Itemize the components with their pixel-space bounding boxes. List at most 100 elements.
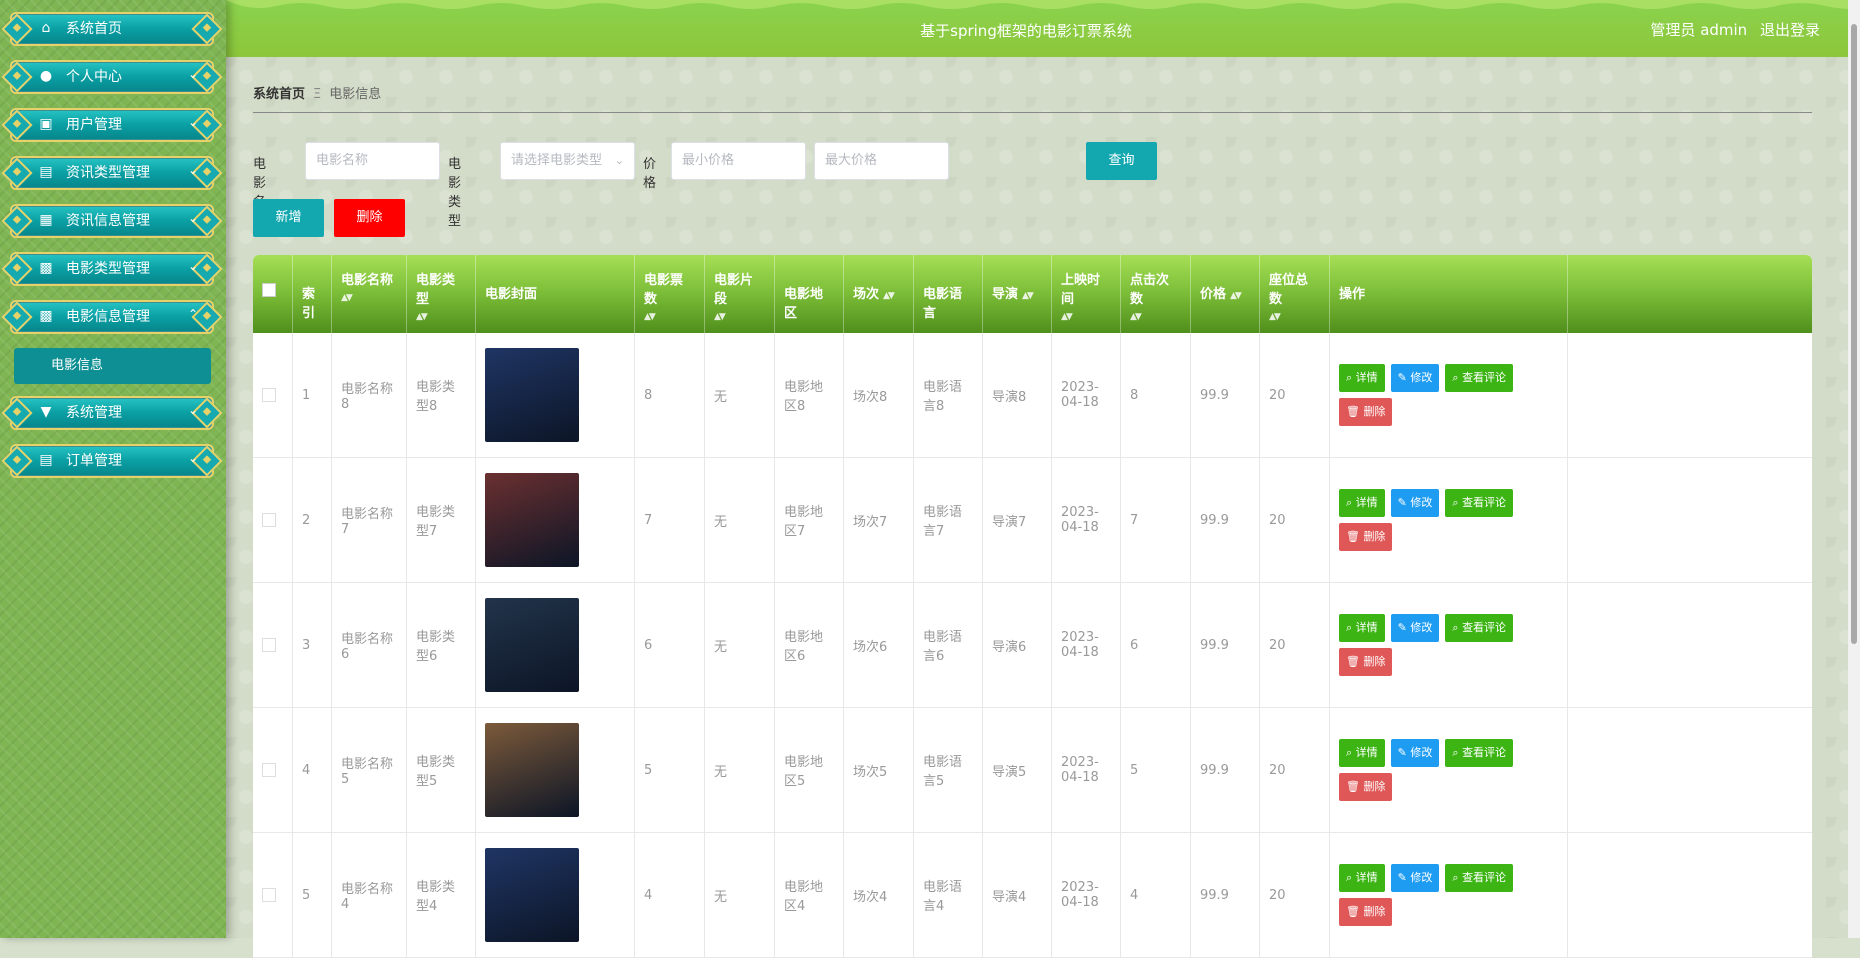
view-comments-button[interactable]: ⌕ 查看评论 [1445, 739, 1514, 767]
query-button[interactable]: 查询 [1086, 142, 1157, 180]
column-header[interactable]: 上映时间 ▲▼ [1052, 255, 1121, 333]
delete-row-button[interactable]: 🗑 删除 [1339, 648, 1393, 676]
sidebar-item[interactable]: ▤ 资讯类型管理 ⌄ [1, 154, 223, 192]
edit-label: 修改 [1410, 871, 1433, 884]
row-checkbox[interactable] [262, 763, 276, 777]
cell-session: 场次5 [844, 708, 914, 832]
detail-button[interactable]: ⌕ 详情 [1339, 489, 1385, 517]
delete-label: 删除 [1363, 530, 1386, 543]
view-comments-button[interactable]: ⌕ 查看评论 [1445, 489, 1514, 517]
delete-row-button[interactable]: 🗑 删除 [1339, 898, 1393, 926]
delete-row-button[interactable]: 🗑 删除 [1339, 398, 1393, 426]
cell-clip: 无 [705, 333, 775, 457]
comments-label: 查看评论 [1462, 746, 1507, 759]
edit-button[interactable]: ✎ 修改 [1390, 864, 1440, 892]
batch-delete-button[interactable]: 删除 [334, 199, 405, 237]
logout-link[interactable]: 退出登录 [1760, 21, 1820, 39]
sort-icon[interactable]: ▲▼ [883, 291, 895, 301]
movie-name-input[interactable]: 电影名称 [305, 142, 440, 180]
cell-language: 电影语言6 [914, 583, 983, 707]
view-comments-button[interactable]: ⌕ 查看评论 [1445, 614, 1514, 642]
table-body: 1 电影名称8 电影类型8 8 无电影地区8 场次8 电影语言8 导演8 2023-04-18 8… [253, 333, 1812, 958]
edit-button[interactable]: ✎ 修改 [1390, 489, 1440, 517]
sidebar-subitem-movie-info[interactable]: 电影信息 [14, 348, 211, 384]
column-header[interactable]: 点击次数 ▲▼ [1121, 255, 1191, 333]
sidebar-item[interactable]: ⌂ 系统首页 [1, 10, 223, 48]
trash-icon: 🗑 [1346, 530, 1364, 543]
cell-price: 99.9 [1191, 708, 1260, 832]
sidebar-item[interactable]: ▤ 订单管理 ⌄ [1, 442, 223, 480]
breadcrumb-home[interactable]: 系统首页 [253, 87, 305, 102]
sort-icon[interactable]: ▲▼ [1130, 313, 1181, 322]
sort-icon[interactable]: ▲▼ [416, 313, 466, 322]
table-row: 2 电影名称7 电影类型7 7 无电影地区7 场次7 电影语言7 导演7 2023-04-18 7… [253, 458, 1812, 583]
sort-icon[interactable]: ▲▼ [714, 313, 765, 322]
sort-icon[interactable]: ▲▼ [644, 313, 695, 322]
detail-button[interactable]: ⌕ 详情 [1339, 864, 1385, 892]
detail-label: 详情 [1355, 746, 1378, 759]
add-button[interactable]: 新增 [253, 199, 324, 237]
column-header[interactable]: 电影片段 ▲▼ [705, 255, 775, 333]
cell-name: 电影名称8 [332, 333, 407, 457]
sort-icon[interactable]: ▲▼ [341, 294, 397, 303]
column-header[interactable]: 电影类型 ▲▼ [407, 255, 476, 333]
detail-button[interactable]: ⌕ 详情 [1339, 614, 1385, 642]
cell-type: 电影类型4 [407, 833, 476, 957]
order-icon: ▤ [39, 452, 53, 468]
comments-label: 查看评论 [1462, 496, 1507, 509]
view-comments-button[interactable]: ⌕ 查看评论 [1445, 864, 1514, 892]
cell-director: 导演6 [983, 583, 1052, 707]
comments-label: 查看评论 [1462, 621, 1507, 634]
row-checkbox[interactable] [262, 638, 276, 652]
clipboard-icon: ▤ [39, 164, 53, 180]
cell-price: 99.9 [1191, 583, 1260, 707]
sidebar-item[interactable]: ▣ 用户管理 ⌄ [1, 106, 223, 144]
page-scrollbar[interactable] [1848, 0, 1860, 938]
sort-icon[interactable]: ▲▼ [1022, 291, 1034, 301]
column-header[interactable]: 价格 ▲▼ [1191, 255, 1260, 333]
sidebar-item[interactable]: ▩ 电影类型管理 ⌄ [1, 250, 223, 288]
view-comments-button[interactable]: ⌕ 查看评论 [1445, 364, 1514, 392]
sort-icon[interactable]: ▲▼ [1269, 313, 1320, 322]
movie-type-select[interactable]: 请选择电影类型 ⌄ [500, 142, 635, 180]
sidebar-item[interactable]: ▦ 资讯信息管理 ⌄ [1, 202, 223, 240]
column-header-label: 操作 [1339, 287, 1366, 302]
column-header[interactable]: 电影票数 ▲▼ [635, 255, 705, 333]
search-icon: ⌕ [1346, 371, 1356, 384]
sidebar-item[interactable]: ▩ 电影信息管理 ⌃ [1, 298, 223, 336]
row-checkbox[interactable] [262, 888, 276, 902]
sidebar-item-label: 系统首页 [66, 21, 122, 37]
sidebar-item-label: 个人中心 [66, 69, 122, 85]
column-header[interactable]: 电影名称 ▲▼ [332, 255, 407, 333]
edit-label: 修改 [1410, 371, 1433, 384]
cell-region: 电影地区8 [775, 333, 844, 457]
sidebar-item[interactable]: ▼ 系统管理 ⌄ [1, 394, 223, 432]
sort-icon[interactable]: ▲▼ [1230, 291, 1242, 301]
scrollbar-thumb[interactable] [1851, 24, 1857, 644]
edit-button[interactable]: ✎ 修改 [1390, 364, 1440, 392]
column-header: 索引 [293, 255, 332, 333]
sort-icon[interactable]: ▲▼ [1061, 313, 1111, 322]
row-actions: ⌕ 详情 ✎ 修改 ⌕ 查看评论 🗑 删除 [1330, 333, 1568, 457]
detail-button[interactable]: ⌕ 详情 [1339, 364, 1385, 392]
delete-row-button[interactable]: 🗑 删除 [1339, 523, 1393, 551]
edit-icon: ✎ [1397, 371, 1411, 384]
main-content: 系统首页 Ξ 电影信息 电影名称 电影名称 电影类型 请选择电影类型 ⌄ 价格 最小… [226, 57, 1848, 958]
detail-button[interactable]: ⌕ 详情 [1339, 739, 1385, 767]
min-price-input[interactable]: 最小价格 [671, 142, 806, 180]
row-checkbox[interactable] [262, 513, 276, 527]
sidebar-item[interactable]: ● 个人中心 ⌄ [1, 58, 223, 96]
sidebar-item-label: 订单管理 [66, 453, 122, 469]
select-all-checkbox[interactable] [262, 283, 276, 297]
max-price-input[interactable]: 最大价格 [814, 142, 949, 180]
cell-date: 2023-04-18 [1052, 333, 1121, 457]
edit-button[interactable]: ✎ 修改 [1390, 739, 1440, 767]
chevron-down-icon: ⌄ [187, 259, 198, 273]
column-header[interactable]: 座位总数 ▲▼ [1260, 255, 1330, 333]
delete-row-button[interactable]: 🗑 删除 [1339, 773, 1393, 801]
column-header[interactable]: 导演 ▲▼ [983, 255, 1052, 333]
row-checkbox[interactable] [262, 388, 276, 402]
column-header[interactable]: 场次 ▲▼ [844, 255, 914, 333]
row-checkbox-cell [253, 708, 293, 832]
edit-button[interactable]: ✎ 修改 [1390, 614, 1440, 642]
